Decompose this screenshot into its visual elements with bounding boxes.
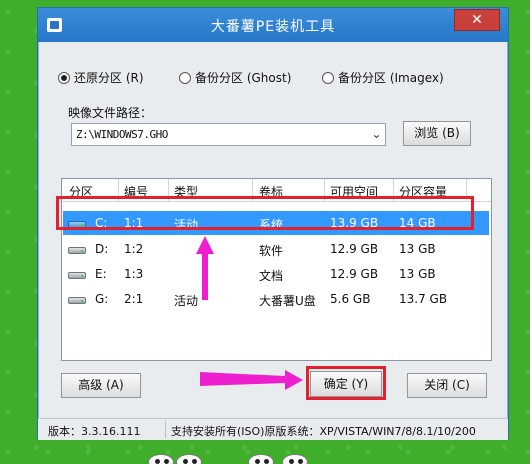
cell-volume-label: 大番薯U盘 bbox=[259, 294, 316, 308]
image-path-value: Z:\WINDOWS7.GHO bbox=[76, 128, 168, 141]
table-row[interactable]: G: 2:1 活动 大番薯U盘 5.6 GB 13.7 GB bbox=[63, 287, 489, 311]
chevron-down-icon[interactable]: ⌄ bbox=[371, 127, 381, 141]
table-row[interactable]: D: 1:2 软件 12.9 GB 13 GB bbox=[63, 237, 489, 261]
radio-label: 还原分区 (R) bbox=[74, 71, 144, 85]
radio-selected-icon bbox=[58, 71, 70, 84]
image-path-select[interactable]: Z:\WINDOWS7.GHO ⌄ bbox=[71, 123, 386, 146]
radio-backup-ghost[interactable]: 备份分区 (Ghost) bbox=[179, 69, 291, 86]
title-bar: 大番薯PE装机工具 ✕ bbox=[38, 8, 508, 42]
window-title: 大番薯PE装机工具 bbox=[210, 19, 336, 35]
radio-label: 备份分区 (Imagex) bbox=[338, 71, 444, 85]
cell-drive: G: bbox=[95, 292, 109, 306]
status-bar: 版本：3.3.16.111 支持安装所有(ISO)原版系统：XP/VISTA/W… bbox=[38, 418, 508, 440]
close-button[interactable]: 关闭 (C) bbox=[407, 373, 487, 398]
cell-capacity: 13 GB bbox=[399, 267, 436, 281]
radio-restore-partition[interactable]: 还原分区 (R) bbox=[58, 69, 144, 86]
radio-unselected-icon bbox=[322, 71, 334, 84]
cell-free-space: 5.6 GB bbox=[330, 292, 371, 306]
browse-button[interactable]: 浏览 (B) bbox=[403, 121, 471, 146]
cell-number: 1:2 bbox=[124, 242, 144, 256]
hard-drive-icon bbox=[68, 244, 86, 254]
cell-free-space: 12.9 GB bbox=[330, 242, 379, 256]
advanced-button[interactable]: 高级 (A) bbox=[61, 373, 141, 398]
mascot-decoration bbox=[148, 454, 174, 464]
cell-capacity: 13.7 GB bbox=[399, 292, 448, 306]
usb-drive-icon bbox=[68, 294, 86, 304]
table-row[interactable]: E: 1:3 文档 12.9 GB 13 GB bbox=[63, 262, 489, 286]
cell-number: 2:1 bbox=[124, 292, 144, 306]
support-text: 支持安装所有(ISO)原版系统：XP/VISTA/WIN7/8/8.1/10/2… bbox=[171, 425, 476, 438]
mascot-decoration bbox=[248, 454, 274, 464]
radio-backup-imagex[interactable]: 备份分区 (Imagex) bbox=[322, 69, 444, 86]
hard-drive-icon bbox=[68, 269, 86, 279]
cell-volume-label: 文档 bbox=[259, 269, 284, 283]
image-path-label: 映像文件路径： bbox=[68, 106, 153, 120]
window-close-button[interactable]: ✕ bbox=[454, 9, 500, 31]
annotation-highlight-partition bbox=[56, 196, 474, 230]
annotation-highlight-ok bbox=[306, 366, 386, 400]
cell-free-space: 12.9 GB bbox=[330, 267, 379, 281]
cell-volume-label: 软件 bbox=[259, 244, 284, 258]
mascot-decoration bbox=[176, 454, 202, 464]
mascot-decoration bbox=[282, 454, 308, 464]
cell-type: 活动 bbox=[174, 294, 199, 308]
radio-label: 备份分区 (Ghost) bbox=[195, 71, 292, 85]
cell-drive: E: bbox=[95, 267, 107, 281]
cell-capacity: 13 GB bbox=[399, 242, 436, 256]
version-text: 版本：3.3.16.111 bbox=[48, 425, 141, 438]
radio-unselected-icon bbox=[179, 71, 191, 84]
cell-drive: D: bbox=[95, 242, 109, 256]
cell-number: 1:3 bbox=[124, 267, 144, 281]
